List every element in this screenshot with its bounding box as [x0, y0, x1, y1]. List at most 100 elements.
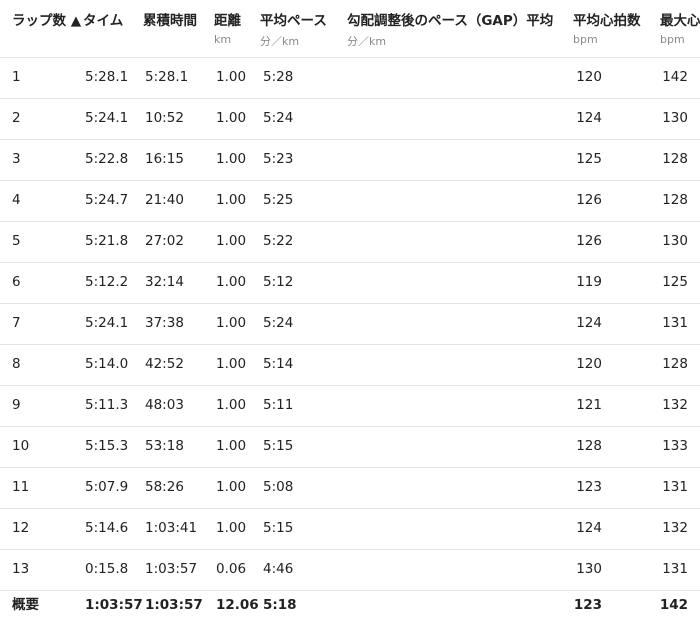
max-hr-cell: 128 [662, 151, 688, 167]
header-gap-unit: 分／km [347, 35, 387, 48]
cumulative-cell: 21:40 [145, 192, 184, 208]
lap-cell: 8 [12, 356, 21, 372]
table-row: 9 5:11.3 48:03 1.00 5:11 121 132 [0, 385, 700, 427]
lap-cell: 10 [12, 438, 30, 454]
header-max-hr[interactable]: 最大心 bpm [660, 0, 700, 57]
max-hr-cell: 130 [662, 110, 688, 126]
max-hr-cell: 131 [662, 479, 688, 495]
cumulative-cell: 42:52 [145, 356, 184, 372]
table-row: 8 5:14.0 42:52 1.00 5:14 120 128 [0, 344, 700, 386]
header-distance-label: 距離 [214, 13, 241, 29]
summary-pace: 5:18 [263, 597, 297, 613]
header-avg-hr[interactable]: 平均心拍数 bpm [573, 0, 655, 57]
cumulative-cell: 1:03:41 [145, 520, 198, 536]
avg-hr-cell: 130 [576, 561, 602, 577]
header-lap-label: ラップ数 ▲ [12, 13, 82, 29]
gap-cell [350, 344, 550, 385]
cumulative-cell: 53:18 [145, 438, 184, 454]
header-cumulative[interactable]: 累積時間 [143, 0, 211, 57]
gap-cell [350, 385, 550, 426]
lap-cell: 5 [12, 233, 21, 249]
lap-cell: 7 [12, 315, 21, 331]
header-pace[interactable]: 平均ペース 分／km [260, 0, 344, 57]
table-row: 6 5:12.2 32:14 1.00 5:12 119 125 [0, 262, 700, 304]
summary-gap [350, 590, 550, 620]
table-row: 13 0:15.8 1:03:57 0.06 4:46 130 131 [0, 549, 700, 591]
time-cell: 5:07.9 [85, 479, 129, 495]
avg-hr-cell: 120 [576, 356, 602, 372]
time-cell: 5:11.3 [85, 397, 129, 413]
distance-cell: 1.00 [216, 233, 247, 249]
header-max-hr-label: 最大心 [660, 13, 700, 29]
lap-cell: 13 [12, 561, 30, 577]
max-hr-cell: 132 [662, 397, 688, 413]
pace-cell: 4:46 [263, 561, 294, 577]
laps-table: ラップ数 ▲ タイム 累積時間 距離 km 平均ペース 分／km 勾配調整後のペ… [0, 0, 700, 620]
gap-cell [350, 57, 550, 98]
table-row: 5 5:21.8 27:02 1.00 5:22 126 130 [0, 221, 700, 263]
header-distance[interactable]: 距離 km [214, 0, 258, 57]
header-gap[interactable]: 勾配調整後のペース（GAP）平均 分／km [347, 0, 569, 57]
max-hr-cell: 131 [662, 315, 688, 331]
avg-hr-cell: 124 [576, 315, 602, 331]
cumulative-cell: 58:26 [145, 479, 184, 495]
avg-hr-cell: 125 [576, 151, 602, 167]
avg-hr-cell: 119 [576, 274, 602, 290]
pace-cell: 5:24 [263, 315, 294, 331]
pace-cell: 5:12 [263, 274, 294, 290]
summary-row: 概要 1:03:57 1:03:57 12.06 5:18 123 142 [0, 590, 700, 620]
avg-hr-cell: 121 [576, 397, 602, 413]
cumulative-cell: 5:28.1 [145, 69, 189, 85]
avg-hr-cell: 124 [576, 520, 602, 536]
cumulative-cell: 10:52 [145, 110, 184, 126]
summary-lap: 概要 [12, 597, 39, 613]
cumulative-cell: 16:15 [145, 151, 184, 167]
avg-hr-cell: 126 [576, 233, 602, 249]
distance-cell: 1.00 [216, 356, 247, 372]
time-cell: 5:14.0 [85, 356, 129, 372]
distance-cell: 1.00 [216, 274, 247, 290]
pace-cell: 5:25 [263, 192, 294, 208]
time-cell: 5:14.6 [85, 520, 129, 536]
time-cell: 5:24.1 [85, 315, 129, 331]
summary-time: 1:03:57 [85, 597, 143, 613]
pace-cell: 5:23 [263, 151, 294, 167]
gap-cell [350, 303, 550, 344]
pace-cell: 5:15 [263, 520, 294, 536]
header-distance-unit: km [214, 33, 232, 46]
pace-cell: 5:14 [263, 356, 294, 372]
max-hr-cell: 125 [662, 274, 688, 290]
time-cell: 5:24.1 [85, 110, 129, 126]
time-cell: 5:15.3 [85, 438, 129, 454]
max-hr-cell: 132 [662, 520, 688, 536]
avg-hr-cell: 128 [576, 438, 602, 454]
header-pace-label: 平均ペース [260, 13, 327, 29]
table-row: 4 5:24.7 21:40 1.00 5:25 126 128 [0, 180, 700, 222]
table-row: 3 5:22.8 16:15 1.00 5:23 125 128 [0, 139, 700, 181]
pace-cell: 5:22 [263, 233, 294, 249]
time-cell: 5:28.1 [85, 69, 129, 85]
gap-cell [350, 508, 550, 549]
distance-cell: 1.00 [216, 192, 247, 208]
max-hr-cell: 131 [662, 561, 688, 577]
gap-cell [350, 262, 550, 303]
summary-cumulative: 1:03:57 [145, 597, 203, 613]
gap-cell [350, 426, 550, 467]
gap-cell [350, 98, 550, 139]
gap-cell [350, 467, 550, 508]
cumulative-cell: 1:03:57 [145, 561, 198, 577]
header-time[interactable]: タイム [83, 0, 139, 57]
avg-hr-cell: 126 [576, 192, 602, 208]
cumulative-cell: 27:02 [145, 233, 184, 249]
header-lap[interactable]: ラップ数 ▲ [12, 0, 81, 57]
lap-cell: 11 [12, 479, 30, 495]
distance-cell: 0.06 [216, 561, 247, 577]
max-hr-cell: 130 [662, 233, 688, 249]
header-max-hr-unit: bpm [660, 33, 685, 46]
lap-cell: 9 [12, 397, 21, 413]
summary-avg-hr: 123 [573, 597, 602, 613]
distance-cell: 1.00 [216, 110, 247, 126]
gap-cell [350, 221, 550, 262]
gap-cell [350, 549, 550, 590]
header-time-label: タイム [83, 13, 124, 29]
